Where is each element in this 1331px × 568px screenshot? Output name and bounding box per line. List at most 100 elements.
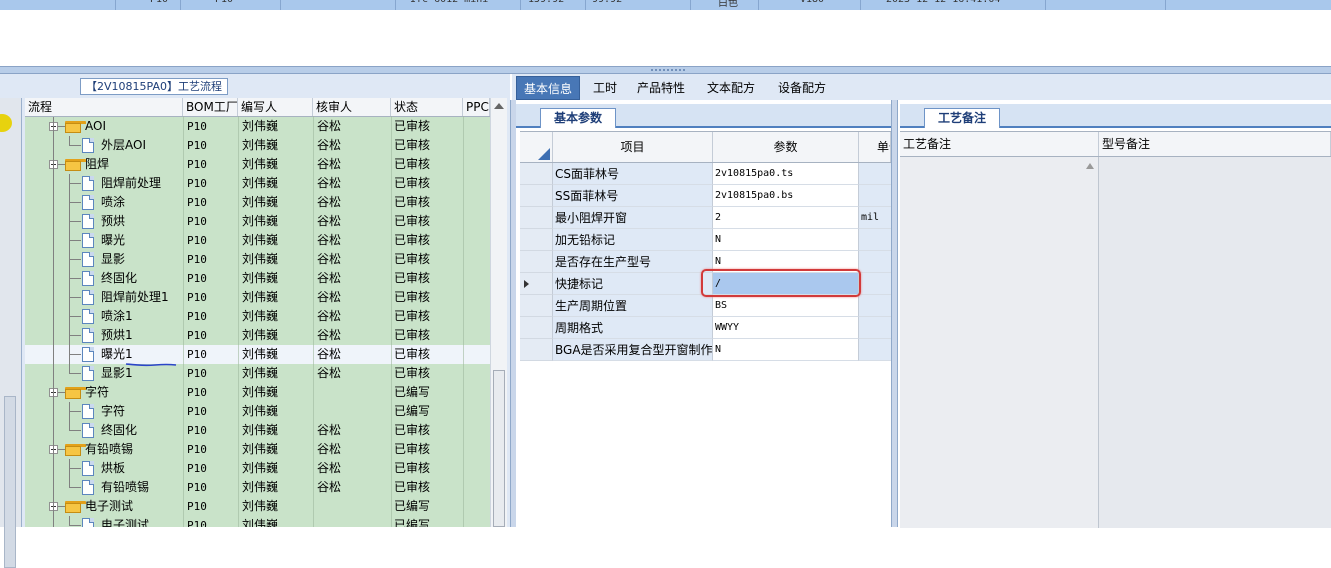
param-value[interactable]: N [713,339,859,361]
tab-text-recipe[interactable]: 文本配方 [700,76,762,100]
column-header-writer[interactable]: 编写人 [238,98,313,116]
tree-item-factory: P10 [187,367,207,380]
tree-connector [69,202,81,203]
tree-item-factory: P10 [187,120,207,133]
tree-row[interactable]: 预烘1 P10 刘伟巍 谷松 已审核 [25,326,490,345]
column-header-unit[interactable]: 单位 [859,132,891,162]
param-value[interactable]: 2 [713,207,859,229]
tab-product-features[interactable]: 产品特性 [630,76,692,100]
tree-item-reviewer [317,497,387,516]
subtab-basic-params[interactable]: 基本参数 [540,108,616,128]
tree-row[interactable]: 阻焊前处理1 P10 刘伟巍 谷松 已审核 [25,288,490,307]
tree-vertical-scrollbar[interactable] [490,98,507,527]
tree-row[interactable]: 有铅喷锡 P10 刘伟巍 谷松 已审核 [25,478,490,497]
tree-row[interactable]: 喷涂1 P10 刘伟巍 谷松 已审核 [25,307,490,326]
remarks-grid[interactable]: 工艺备注 型号备注 [900,131,1331,528]
param-value[interactable]: 2v10815pa0.ts [713,163,859,185]
tree-row[interactable]: 预烘 P10 刘伟巍 谷松 已审核 [25,212,490,231]
tree-row[interactable]: 曝光 P10 刘伟巍 谷松 已审核 [25,231,490,250]
param-value[interactable]: 2v10815pa0.bs [713,185,859,207]
tree-row[interactable]: 烘板 P10 刘伟巍 谷松 已审核 [25,459,490,478]
row-selector[interactable] [520,317,553,339]
param-value[interactable]: BS [713,295,859,317]
left-scrollbar-thumb[interactable] [4,396,16,568]
column-header-status[interactable]: 状态 [391,98,463,116]
tree-item-reviewer [317,516,387,527]
tree-item-writer: 刘伟巍 [242,518,279,527]
folder-icon [65,501,86,513]
tab-basic-info[interactable]: 基本信息 [516,76,581,100]
column-header-item[interactable]: 项目 [553,132,713,162]
tab-work-hours[interactable]: 工时 [586,76,624,100]
right-panel-splitter[interactable] [891,100,898,527]
tree-connector [69,297,81,298]
param-row[interactable]: SS面菲林号 2v10815pa0.bs [520,185,891,207]
tree-connector [69,487,81,488]
tree-item-factory: P10 [187,253,207,266]
select-all-corner[interactable] [520,132,553,162]
tree-item-name: 烘板 [101,461,126,475]
tree-row[interactable]: 显影 P10 刘伟巍 谷松 已审核 [25,250,490,269]
param-row[interactable]: 生产周期位置 BS [520,295,891,317]
row-selector[interactable] [520,185,553,207]
param-row[interactable]: BGA是否采用复合型开窗制作 N [520,339,891,361]
horizontal-splitter[interactable] [0,66,1331,74]
row-selector[interactable] [520,207,553,229]
column-header-flow[interactable]: 流程 [25,98,183,116]
tree-group-row[interactable]: 字符 P10 刘伟巍 已编写 [25,383,490,402]
tree-group-row[interactable]: AOI P10 刘伟巍 谷松 已审核 [25,117,490,136]
scroll-up-arrow-icon[interactable] [494,103,504,109]
scroll-up-arrow-icon[interactable] [1086,163,1094,169]
param-row[interactable]: 加无铅标记 N [520,229,891,251]
param-value[interactable]: WWYY [713,317,859,339]
column-header-param[interactable]: 参数 [713,132,859,162]
param-value[interactable]: N [713,229,859,251]
tree-row[interactable]: 终固化 P10 刘伟巍 谷松 已审核 [25,269,490,288]
column-divider [391,116,392,527]
tree-group-row[interactable]: 电子测试 P10 刘伟巍 已编写 [25,497,490,516]
top-row-divider [520,0,521,10]
tree-connector [53,212,54,231]
document-icon [82,404,94,419]
column-header-process-remark[interactable]: 工艺备注 [900,132,1099,156]
top-row-cell: Ifc 6012 mini [410,0,488,5]
tree-row[interactable]: 喷涂 P10 刘伟巍 谷松 已审核 [25,193,490,212]
tab-equipment-recipe[interactable]: 设备配方 [771,76,833,100]
tree-item-writer: 刘伟巍 [242,328,279,342]
tree-row[interactable]: 外层AOI P10 刘伟巍 谷松 已审核 [25,136,490,155]
tree-connector [53,383,54,402]
row-selector[interactable] [520,295,553,317]
tree-item-status: 已审核 [394,347,431,361]
column-header-ppc[interactable]: PPC [463,98,490,116]
column-header-model-remark[interactable]: 型号备注 [1099,132,1331,156]
tree-item-writer: 刘伟巍 [242,176,279,190]
tree-row[interactable]: 终固化 P10 刘伟巍 谷松 已审核 [25,421,490,440]
row-selector[interactable] [520,251,553,273]
tree-item-status: 已编写 [394,385,431,399]
row-selector[interactable] [520,229,553,251]
tree-scrollbar-thumb[interactable] [493,370,505,527]
tree-item-factory: P10 [187,272,207,285]
column-divider [183,116,184,527]
process-remark-text[interactable] [900,157,1099,528]
tree-row[interactable]: 显影1 P10 刘伟巍 谷松 已审核 [25,364,490,383]
tree-group-row[interactable]: 阻焊 P10 刘伟巍 谷松 已审核 [25,155,490,174]
row-selector[interactable] [520,163,553,185]
column-header-bom-factory[interactable]: BOM工厂 [183,98,238,116]
tree-row[interactable]: 电子测试 P10 刘伟巍 已编写 [25,516,490,527]
column-header-reviewer[interactable]: 核审人 [313,98,391,116]
subtab-process-remarks[interactable]: 工艺备注 [924,108,1000,128]
previous-record-row[interactable]: P10 P10 Ifc 6012 mini 159.92 99.92 白色 v180 2023… [0,0,1331,10]
param-row[interactable]: 周期格式 WWYY [520,317,891,339]
tree-group-row[interactable]: 有铅喷锡 P10 刘伟巍 谷松 已审核 [25,440,490,459]
row-selector[interactable] [520,273,553,295]
process-flow-tree[interactable]: 流程 BOM工厂 编写人 核审人 状态 PPC AOI P10 刘伟巍 谷松 已审核 外层… [25,98,490,527]
params-grid[interactable]: 项目 参数 单位 CS面菲林号2v10815pa0.tsSS面菲林号2v1081… [520,131,891,528]
remarks-header: 工艺备注 型号备注 [900,132,1331,157]
param-row[interactable]: 最小阻焊开窗 2 mil [520,207,891,229]
tree-row[interactable]: 字符 P10 刘伟巍 已编写 [25,402,490,421]
tree-row[interactable]: 阻焊前处理 P10 刘伟巍 谷松 已审核 [25,174,490,193]
param-row[interactable]: CS面菲林号 2v10815pa0.ts [520,163,891,185]
tree-row[interactable]: 曝光1 P10 刘伟巍 谷松 已审核 [25,345,490,364]
row-selector[interactable] [520,339,553,361]
